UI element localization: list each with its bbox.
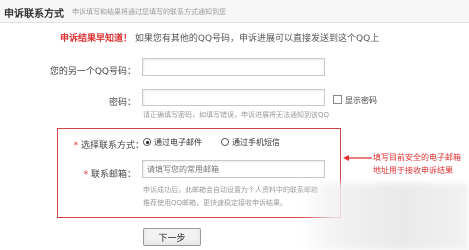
radio-email[interactable] xyxy=(143,138,151,146)
radio-sms-label[interactable]: 通过手机短信 xyxy=(232,137,280,148)
radio-email-label[interactable]: 通过电子邮件 xyxy=(154,137,202,148)
email-hint-line2: 推荐使用QQ邮箱，更快速稳定接收申诉结果。 xyxy=(143,199,288,207)
notice-highlight: 申诉结果早知道！ xyxy=(60,34,133,44)
header-bar xyxy=(0,0,469,23)
show-password-label[interactable]: 显示密码 xyxy=(345,95,377,106)
password-input[interactable] xyxy=(143,90,324,105)
password-label: 密码： xyxy=(108,98,136,108)
email-field-box xyxy=(142,160,325,178)
notice-text: 如果您有其他的QQ号码，申诉进展可以直接发送到这个QQ上 xyxy=(134,34,380,44)
page-description: 申诉填写和结果将通过您填写的联系方式通知到您 xyxy=(72,8,226,16)
password-field-box xyxy=(142,89,325,106)
annotation-text: 填写目前安全的电子邮箱 地址用于接收申诉结果 xyxy=(373,151,461,177)
required-marker: * xyxy=(73,141,79,151)
show-password-checkbox[interactable] xyxy=(333,95,342,104)
qq-number-field-box xyxy=(142,58,325,76)
qq-number-label: 您的另一个QQ号码： xyxy=(49,67,136,77)
next-step-button[interactable]: 下一步 xyxy=(143,228,201,246)
password-hint: 请正确填写密码，如填写错误，申诉进展将无法通知到该QQ xyxy=(143,111,330,119)
radio-sms[interactable] xyxy=(221,138,229,146)
contact-method-label-text: 选择联系方式： xyxy=(80,141,144,151)
email-input[interactable] xyxy=(143,161,324,177)
notice-line: 申诉结果早知道！ 如果您有其他的QQ号码，申诉进展可以直接发送到这个QQ上 xyxy=(60,31,379,44)
annotation-line1: 填写目前安全的电子邮箱 xyxy=(373,153,461,162)
required-marker: * xyxy=(83,170,89,180)
qq-number-input[interactable] xyxy=(143,59,324,75)
email-label: * 联系邮箱： xyxy=(60,167,136,180)
email-label-text: 联系邮箱： xyxy=(90,170,136,180)
email-hint-line1: 申诉成功后，此邮箱会自动设置为个人资料中的联系邮箱 xyxy=(143,186,318,194)
annotation-line2: 地址用于接收申诉结果 xyxy=(373,166,453,175)
annotation-arrow-icon xyxy=(343,155,372,161)
blurred-overlay xyxy=(300,183,469,250)
page-title: 申诉联系方式 xyxy=(4,9,64,20)
contact-method-label: * 选择联系方式： xyxy=(60,138,144,151)
